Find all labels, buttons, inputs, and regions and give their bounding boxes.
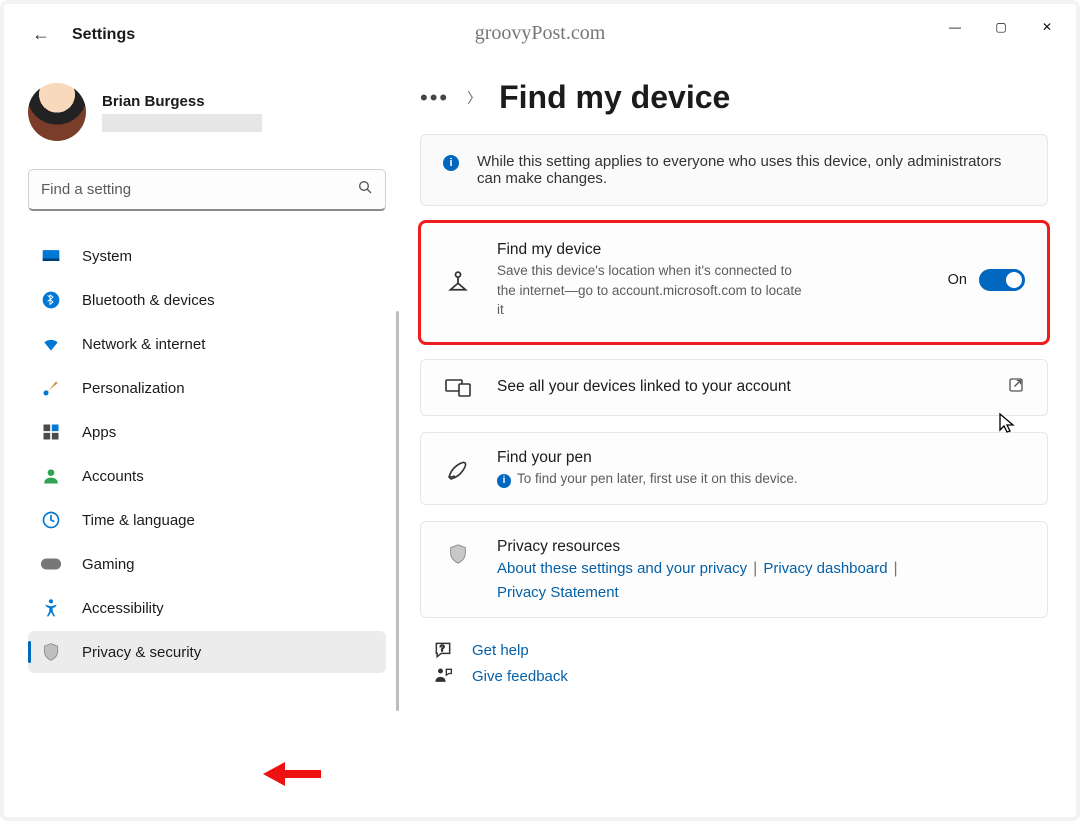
breadcrumb: ••• 〉 Find my device [420, 79, 1048, 116]
privacy-link-statement[interactable]: Privacy Statement [497, 584, 619, 601]
avatar [28, 83, 86, 141]
brush-icon [40, 377, 62, 399]
find-my-device-toggle[interactable] [979, 269, 1025, 291]
nav-label: Gaming [82, 556, 135, 573]
shield-icon [40, 641, 62, 663]
sidebar-item-personalization[interactable]: Personalization [28, 367, 386, 409]
system-icon [40, 245, 62, 267]
info-icon: i [497, 474, 511, 488]
back-icon[interactable]: ← [32, 24, 50, 45]
card-title: Find your pen [497, 449, 1025, 467]
sidebar-item-system[interactable]: System [28, 235, 386, 277]
nav-label: Network & internet [82, 336, 205, 353]
wifi-icon [40, 333, 62, 355]
search-icon [357, 179, 373, 200]
search-placeholder: Find a setting [41, 181, 347, 198]
info-banner: i While this setting applies to everyone… [420, 134, 1048, 206]
profile-email-redacted [102, 114, 262, 132]
card-title: Find my device [497, 241, 924, 259]
sidebar-item-apps[interactable]: Apps [28, 411, 386, 453]
bluetooth-icon [40, 289, 62, 311]
gamepad-icon [40, 553, 62, 575]
card-description: iTo find your pen later, first use it on… [497, 469, 1025, 489]
window-close-button[interactable]: ✕ [1024, 11, 1070, 43]
sidebar-item-accessibility[interactable]: Accessibility [28, 587, 386, 629]
nav-label: Bluetooth & devices [82, 292, 215, 309]
nav-label: Privacy & security [82, 644, 201, 661]
external-link-icon [1007, 376, 1025, 399]
privacy-resources-card: Privacy resources About these settings a… [420, 521, 1048, 618]
give-feedback-link[interactable]: Give feedback [472, 668, 568, 685]
card-description: Save this device's location when it's co… [497, 261, 807, 320]
page-title: Find my device [499, 79, 730, 116]
breadcrumb-overflow-icon[interactable]: ••• [420, 85, 449, 111]
find-my-device-card: Find my device Save this device's locati… [420, 222, 1048, 343]
window-maximize-button[interactable]: ▢ [978, 11, 1024, 43]
get-help-link[interactable]: Get help [472, 642, 529, 659]
nav-label: Accessibility [82, 600, 164, 617]
nav-label: System [82, 248, 132, 265]
location-pin-icon [443, 267, 473, 293]
linked-devices-card[interactable]: See all your devices linked to your acco… [420, 359, 1048, 416]
feedback-icon [432, 666, 454, 686]
devices-icon [443, 376, 473, 398]
privacy-link-about[interactable]: About these settings and your privacy [497, 560, 747, 578]
card-title: Privacy resources [497, 538, 1025, 556]
apps-icon [40, 421, 62, 443]
banner-text: While this setting applies to everyone w… [477, 153, 1025, 187]
nav-label: Apps [82, 424, 116, 441]
give-feedback-row[interactable]: Give feedback [420, 666, 1048, 686]
watermark-text: groovyPost.com [475, 22, 606, 45]
privacy-link-dashboard[interactable]: Privacy dashboard [763, 560, 887, 578]
toggle-label: On [948, 272, 967, 288]
profile-name: Brian Burgess [102, 93, 262, 110]
help-icon: ? [432, 640, 454, 660]
person-icon [40, 465, 62, 487]
nav-label: Time & language [82, 512, 195, 529]
accessibility-icon [40, 597, 62, 619]
find-pen-card: Find your pen iTo find your pen later, f… [420, 432, 1048, 506]
sidebar-item-privacy-security[interactable]: Privacy & security [28, 631, 386, 673]
nav-list: System Bluetooth & devices Network & int… [28, 235, 386, 673]
sidebar-item-time-language[interactable]: Time & language [28, 499, 386, 541]
clock-globe-icon [40, 509, 62, 531]
sidebar-item-network[interactable]: Network & internet [28, 323, 386, 365]
window-minimize-button[interactable]: — [932, 11, 978, 43]
svg-text:?: ? [440, 643, 445, 653]
sidebar-item-bluetooth[interactable]: Bluetooth & devices [28, 279, 386, 321]
sidebar-item-gaming[interactable]: Gaming [28, 543, 386, 585]
chevron-right-icon: 〉 [467, 88, 481, 108]
search-input[interactable]: Find a setting [28, 169, 386, 211]
sidebar-scrollbar[interactable] [394, 311, 400, 805]
pen-icon [443, 456, 473, 480]
sidebar: Brian Burgess Find a setting System Blue… [4, 49, 404, 817]
profile-block[interactable]: Brian Burgess [28, 83, 386, 141]
nav-label: Personalization [82, 380, 185, 397]
annotation-arrow-icon [263, 757, 323, 791]
sidebar-item-accounts[interactable]: Accounts [28, 455, 386, 497]
shield-icon [443, 542, 473, 566]
info-icon: i [443, 155, 459, 171]
app-title: Settings [72, 26, 135, 44]
card-title: See all your devices linked to your acco… [497, 378, 983, 396]
get-help-row[interactable]: ? Get help [420, 640, 1048, 660]
main-content: ••• 〉 Find my device i While this settin… [404, 49, 1076, 817]
nav-label: Accounts [82, 468, 144, 485]
